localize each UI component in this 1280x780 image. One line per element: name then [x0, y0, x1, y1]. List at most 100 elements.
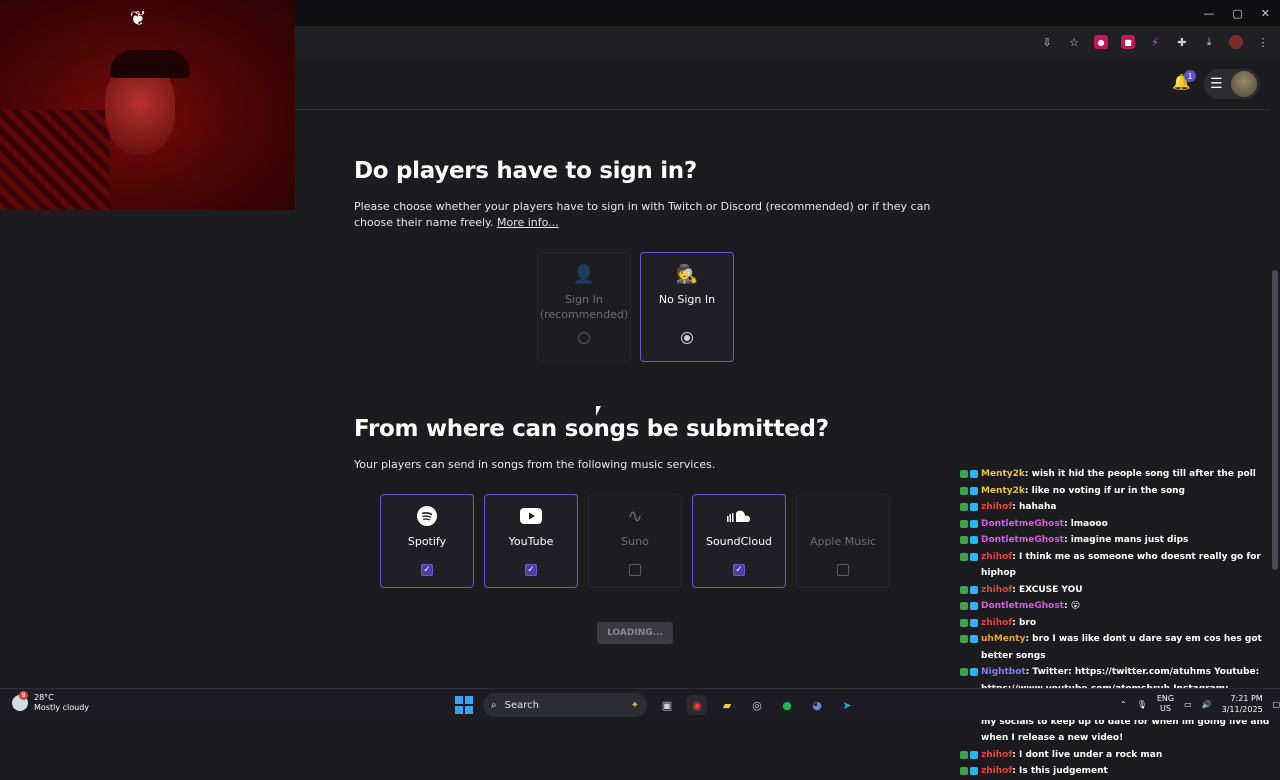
- no-signin-radio[interactable]: [681, 332, 693, 344]
- apple-music-checkbox[interactable]: [837, 564, 849, 576]
- chat-message: DontletmeGhost: 😮: [958, 598, 1280, 615]
- more-info-link[interactable]: More info...: [497, 216, 559, 229]
- chat-badge-icon: [970, 486, 978, 495]
- chat-badges: [960, 602, 978, 610]
- chat-message: zhihof: EXCUSE YOU: [958, 582, 1280, 599]
- chat-text: Menty2k: like no voting if ur in the son…: [981, 483, 1280, 500]
- maximize-button[interactable]: ▢: [1232, 7, 1242, 20]
- chat-text: zhihof: I dont live under a rock man: [981, 747, 1280, 764]
- extension-red-icon[interactable]: ■: [1121, 35, 1135, 49]
- downloads-icon[interactable]: ⤓: [1202, 35, 1216, 49]
- chat-badges: [960, 470, 978, 478]
- volume-icon[interactable]: 🔊: [1202, 700, 1212, 709]
- signin-description: Please choose whether your players have …: [354, 199, 934, 231]
- more-menu-icon[interactable]: ⋮: [1256, 35, 1270, 49]
- chat-username: zhihof: [981, 502, 1013, 512]
- loading-button[interactable]: LOADING...: [597, 622, 673, 644]
- obs-icon[interactable]: ◎: [747, 695, 767, 715]
- chat-badge-icon: [970, 767, 978, 775]
- search-icon: ⌕: [491, 699, 497, 711]
- install-app-icon[interactable]: ⇩: [1040, 35, 1054, 49]
- suno-checkbox[interactable]: [629, 564, 641, 576]
- service-soundcloud[interactable]: SoundCloud ✓: [692, 494, 786, 588]
- chrome-icon[interactable]: ◉: [687, 695, 707, 715]
- service-label: Spotify: [407, 535, 447, 548]
- chat-username: DontletmeGhost: [981, 535, 1064, 545]
- service-suno[interactable]: ∿ Suno: [588, 494, 682, 588]
- chat-message-text: : 😮: [1063, 601, 1081, 611]
- signin-section-title: Do players have to sign in?: [354, 158, 697, 184]
- chat-message-text: : hahaha: [1012, 502, 1057, 512]
- chat-badge-icon: [970, 668, 978, 676]
- service-apple-music[interactable]: Apple Music: [796, 494, 890, 588]
- chat-badge-icon: [970, 635, 978, 643]
- user-icon: 👤: [572, 263, 596, 285]
- tray-chevron-icon[interactable]: ⌃: [1120, 700, 1127, 709]
- chat-text: zhihof: I think me as someone who doesnt…: [981, 549, 1280, 582]
- chat-text: zhihof: Is this judgement: [981, 763, 1280, 780]
- chat-message-text: : EXCUSE YOU: [1012, 584, 1083, 595]
- signin-radio[interactable]: [578, 332, 590, 344]
- webcam-overlay: ❦: [0, 0, 295, 210]
- chat-badges: [960, 585, 978, 594]
- telegram-icon[interactable]: ➤: [837, 695, 857, 715]
- chat-text: DontletmeGhost: 😮: [981, 598, 1280, 615]
- chat-badge-icon: [970, 519, 978, 528]
- service-label: SoundCloud: [705, 535, 773, 548]
- signin-option-sign-in[interactable]: 👤 Sign In (recommended): [537, 252, 631, 362]
- no-signin-option-label: No Sign In: [658, 293, 716, 306]
- language[interactable]: ENG: [1157, 694, 1174, 704]
- signin-description-text: Please choose whether your players have …: [354, 200, 931, 229]
- chat-username: DontletmeGhost: [981, 518, 1064, 529]
- chat-badge-icon: [960, 750, 968, 759]
- service-spotify[interactable]: Spotify ✓: [380, 494, 474, 588]
- chat-badge-icon: [960, 503, 968, 511]
- service-youtube[interactable]: YouTube ✓: [484, 494, 578, 588]
- discord-icon[interactable]: ◕: [807, 695, 827, 715]
- minimize-button[interactable]: —: [1203, 7, 1214, 20]
- service-label: YouTube: [508, 535, 554, 548]
- spotify-checkbox[interactable]: ✓: [421, 564, 433, 576]
- chat-overlay: Menty2k: wish it hid the people song til…: [958, 466, 1280, 776]
- chat-badge-icon: [960, 767, 968, 775]
- incognito-icon: 🕵: [675, 263, 699, 285]
- chat-message-text: : lmaooo: [1063, 518, 1108, 529]
- task-view-icon[interactable]: ▣: [657, 695, 677, 715]
- chat-username: DontletmeGhost: [981, 601, 1064, 611]
- soundcloud-icon: [726, 504, 752, 528]
- profile-avatar-icon[interactable]: [1229, 35, 1243, 49]
- user-menu-button[interactable]: ☰: [1204, 69, 1260, 99]
- browser-toolbar: ⇩ ☆ ● ■ ⚡ ✚ ⤓ ⋮: [295, 26, 1280, 58]
- clock[interactable]: 7:21 PM 3/11/2025: [1222, 693, 1263, 715]
- close-button[interactable]: ✕: [1261, 7, 1270, 20]
- network-icon[interactable]: ▭: [1184, 700, 1192, 709]
- spotify-taskbar-icon[interactable]: ●: [777, 695, 797, 715]
- chat-username: Menty2k: [981, 485, 1025, 496]
- wings-logo-icon: ❦: [129, 6, 147, 30]
- chat-username: Menty2k: [981, 469, 1025, 479]
- taskbar-search[interactable]: ⌕ Search ✦: [483, 693, 647, 717]
- chat-badges: [960, 767, 978, 775]
- extensions-puzzle-icon[interactable]: ✚: [1175, 35, 1189, 49]
- chat-text: Menty2k: wish it hid the people song til…: [981, 466, 1280, 483]
- microphone-icon[interactable]: 🎙: [1137, 700, 1147, 709]
- notifications-icon[interactable]: ▢: [1273, 700, 1280, 709]
- chat-message: DontletmeGhost: lmaooo: [958, 516, 1280, 533]
- chat-message: zhihof: I think me as someone who doesnt…: [958, 549, 1280, 582]
- weather-widget[interactable]: 8 28°C Mostly cloudy: [12, 691, 89, 713]
- soundcloud-checkbox[interactable]: ✓: [733, 564, 745, 576]
- cloud-icon: 8: [12, 691, 28, 711]
- search-label: Search: [504, 699, 539, 711]
- window-controls: — ▢ ✕: [1203, 0, 1280, 26]
- songs-description: Your players can send in songs from the …: [354, 458, 716, 471]
- windows-start-icon[interactable]: [455, 696, 473, 714]
- file-explorer-icon[interactable]: ▰: [717, 695, 737, 715]
- bookmark-star-icon[interactable]: ☆: [1067, 35, 1081, 49]
- mouse-cursor: [596, 406, 601, 416]
- extension-pink-icon[interactable]: ●: [1094, 35, 1108, 49]
- extension-purple-icon[interactable]: ⚡: [1148, 35, 1162, 49]
- chat-username: Nightbot: [981, 667, 1026, 677]
- signin-option-no-sign-in[interactable]: 🕵 No Sign In: [640, 252, 734, 362]
- chat-message: uhMenty: bro I was like dont u dare say …: [958, 631, 1280, 664]
- youtube-checkbox[interactable]: ✓: [525, 564, 537, 576]
